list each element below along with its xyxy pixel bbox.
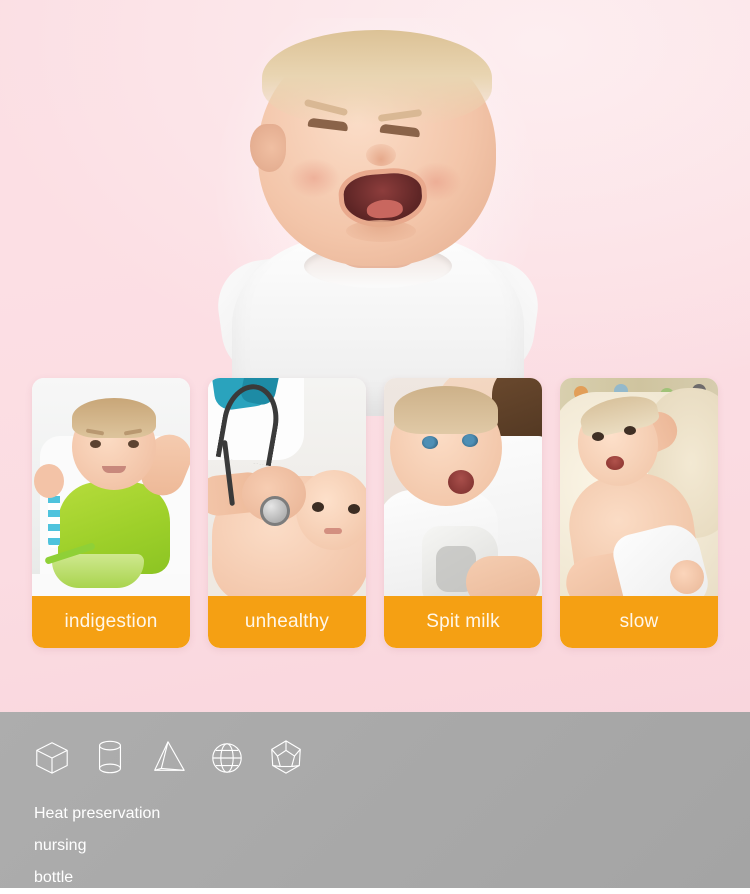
pyramid-icon [149, 738, 187, 776]
card-label-spit-milk: Spit milk [384, 596, 542, 648]
card-photo-slow [560, 378, 718, 596]
baby-mouth [606, 456, 624, 470]
symptom-card-slow[interactable]: slow [560, 378, 718, 648]
footer-icon-row [33, 738, 305, 776]
hero-chin [346, 220, 416, 242]
hero-stage: indigestion unhealthy Spit milk slow [0, 0, 750, 712]
baby-hand [34, 464, 64, 498]
stethoscope-chestpiece [260, 496, 290, 526]
footer-line-3: bottle [34, 869, 74, 886]
hero-crying-baby-image [196, 8, 556, 416]
card-label-indigestion: indigestion [32, 596, 190, 648]
card-photo-spit-milk [384, 378, 542, 596]
hero-tongue [366, 198, 404, 220]
card-photo-indigestion [32, 378, 190, 596]
footer-line-1: Heat preservation [34, 805, 161, 822]
card-photo-unhealthy [208, 378, 366, 596]
symptom-card-spit-milk[interactable]: Spit milk [384, 378, 542, 648]
hero-ear [250, 124, 286, 172]
baby-eye-right [624, 426, 636, 435]
baby-hair [72, 398, 156, 438]
baby-eye-left [312, 502, 324, 512]
green-food-bowl [52, 554, 144, 588]
dodecahedron-icon [267, 738, 305, 776]
baby-open-mouth [448, 470, 474, 494]
baby-eye-left [592, 432, 604, 441]
baby-eye-left [422, 436, 438, 449]
symptom-card-unhealthy[interactable]: unhealthy [208, 378, 366, 648]
baby-foot [670, 560, 704, 594]
symptom-card-row: indigestion unhealthy Spit milk slow [32, 378, 718, 648]
cylinder-icon [93, 738, 127, 776]
card-label-slow: slow [560, 596, 718, 648]
baby-hair [394, 386, 498, 434]
baby-mouth [102, 466, 126, 473]
cube-icon [33, 738, 71, 776]
mother-hand [466, 556, 540, 596]
footer-line-2: nursing [34, 837, 87, 854]
footer-band: Heat preservation nursing bottle [0, 712, 750, 888]
baby-eye-right [348, 504, 360, 514]
hero-nose [366, 144, 396, 166]
hero-hair [262, 30, 492, 126]
baby-eye-left [90, 440, 101, 448]
symptom-card-indigestion[interactable]: indigestion [32, 378, 190, 648]
sphere-icon [209, 740, 245, 776]
footer-caption: Heat preservation nursing bottle [34, 798, 160, 894]
hero-cheek-left [288, 158, 340, 198]
card-label-unhealthy: unhealthy [208, 596, 366, 648]
baby-eye-right [462, 434, 478, 447]
baby-eye-right [128, 440, 139, 448]
baby-mouth [324, 528, 342, 534]
